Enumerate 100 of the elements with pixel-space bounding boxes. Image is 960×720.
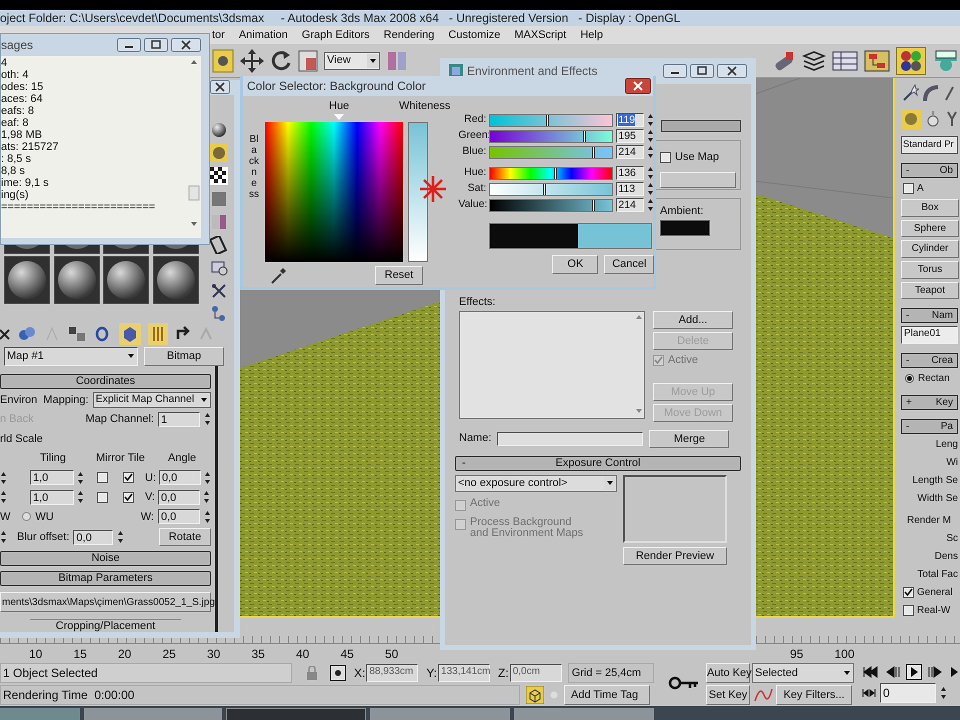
angle-field[interactable]: 0,0 — [159, 470, 201, 486]
play-icon[interactable] — [906, 664, 922, 680]
menu-item[interactable]: Help — [580, 26, 603, 44]
rollout-header[interactable]: Noise — [0, 551, 211, 566]
spinner-icon[interactable] — [0, 490, 7, 504]
spinner-icon[interactable] — [203, 490, 210, 504]
film-icon[interactable] — [210, 236, 228, 254]
button[interactable]: Bitmap — [144, 346, 224, 366]
effects-list-icon[interactable] — [459, 310, 645, 418]
close-icon[interactable] — [210, 80, 230, 94]
button[interactable]: Set Key — [706, 685, 750, 705]
coordinate-field[interactable]: 88,933cm — [366, 664, 418, 682]
frame-field[interactable]: 0 — [880, 683, 936, 703]
checkbox[interactable] — [660, 152, 671, 163]
button[interactable]: Merge — [649, 430, 730, 448]
button[interactable]: Cylinder — [901, 240, 959, 258]
color-palette[interactable] — [265, 122, 403, 262]
layers-icon[interactable] — [802, 48, 826, 72]
category-dropdown[interactable]: Standard Pr — [901, 136, 958, 154]
spinner-icon[interactable] — [0, 470, 7, 485]
value-field[interactable]: 136 — [616, 166, 644, 180]
menu-item[interactable]: Animation — [238, 26, 288, 44]
name-field[interactable]: Plane01 — [901, 326, 958, 344]
menu-item[interactable]: Graph Editors — [302, 26, 370, 44]
spinner-icon[interactable] — [647, 113, 654, 127]
slider-thumb[interactable] — [592, 146, 595, 158]
tiling-field[interactable]: 1,0 — [30, 490, 74, 505]
next-frame-icon[interactable] — [928, 665, 944, 679]
make-unique-icon[interactable] — [17, 324, 37, 342]
rollout-header[interactable]: - Pa — [901, 419, 958, 434]
spinner-icon[interactable] — [647, 166, 654, 180]
button[interactable]: Render Preview — [623, 546, 727, 564]
blur-offset-field[interactable]: 0,0 — [73, 530, 114, 544]
button[interactable]: Add... — [653, 310, 733, 328]
slider-thumb[interactable] — [543, 184, 546, 194]
render-setup-icon[interactable] — [932, 48, 960, 72]
minimize-icon[interactable] — [117, 38, 141, 52]
button[interactable]: Torus — [901, 261, 959, 279]
spinner-icon[interactable] — [204, 510, 211, 524]
color-slider[interactable] — [489, 114, 614, 126]
go-to-end-icon[interactable] — [950, 665, 960, 679]
value-field[interactable]: 214 — [616, 145, 644, 159]
spinner-icon[interactable] — [204, 470, 211, 485]
slider-thumb[interactable] — [554, 168, 558, 178]
button[interactable]: Reset — [375, 266, 423, 285]
color-slider[interactable] — [489, 146, 614, 158]
spinner-icon[interactable] — [647, 198, 654, 212]
rollout-header[interactable]: Coordinates — [0, 374, 211, 388]
button[interactable]: OK — [552, 255, 598, 274]
value-field[interactable]: 119 — [616, 113, 644, 127]
sphere-icon[interactable] — [210, 120, 228, 138]
radio-button[interactable] — [905, 374, 914, 384]
rollout-header[interactable]: + Key — [901, 395, 958, 410]
menu-item[interactable]: tor — [212, 26, 225, 44]
checkbox[interactable] — [123, 492, 134, 503]
schematic-icon[interactable] — [864, 48, 890, 72]
close-icon[interactable] — [625, 78, 651, 94]
button[interactable]: Sphere — [901, 220, 959, 238]
move-icon[interactable] — [240, 48, 264, 72]
key-mode-dropdown[interactable]: Selected — [752, 663, 854, 683]
button[interactable]: Auto Key — [706, 663, 750, 683]
tiling-field[interactable]: 1,0 — [30, 470, 74, 486]
eyedropper-icon[interactable] — [269, 266, 289, 284]
map-button[interactable] — [660, 172, 736, 188]
angle-field[interactable]: 0,0 — [158, 490, 200, 505]
previous-frame-icon[interactable] — [884, 665, 900, 679]
map-channel-field[interactable]: 1 — [158, 412, 200, 427]
go-to-start-icon[interactable] — [862, 665, 878, 679]
ambient-color-swatch[interactable] — [660, 220, 710, 236]
coordinate-field[interactable]: 0,0cm — [510, 664, 562, 682]
checkbox[interactable] — [903, 605, 914, 616]
wand-icon[interactable] — [901, 84, 919, 102]
maximize-icon[interactable] — [690, 64, 714, 78]
checkbox[interactable] — [123, 472, 134, 484]
close-icon[interactable] — [717, 64, 747, 78]
map-name-dropdown[interactable]: Map #1 — [4, 346, 138, 366]
whiteness-strip[interactable] — [408, 122, 428, 262]
checker-icon[interactable] — [210, 166, 228, 184]
spinner-icon[interactable] — [204, 412, 211, 426]
angle-field[interactable]: 0,0 — [158, 509, 200, 524]
slider-thumb[interactable] — [546, 114, 550, 126]
checkbox[interactable] — [97, 472, 108, 484]
spinner-icon[interactable] — [77, 470, 84, 485]
button[interactable]: Rotate — [159, 528, 211, 546]
name-field[interactable] — [497, 432, 644, 446]
material-editor-icon[interactable] — [896, 46, 926, 74]
rollout-header[interactable]: - Nam — [901, 308, 958, 324]
exposure-dropdown[interactable]: <no exposure control> — [455, 474, 617, 492]
spinner-icon[interactable] — [940, 686, 947, 700]
value-field[interactable]: 214 — [616, 198, 644, 212]
track-view-icon[interactable] — [832, 48, 858, 72]
color-slider[interactable] — [489, 198, 614, 212]
value-field[interactable]: 195 — [616, 129, 644, 143]
button[interactable]: Key Filters... — [776, 685, 852, 705]
menu-item[interactable]: MAXScript — [514, 26, 566, 44]
delete-icon[interactable] — [0, 326, 10, 340]
slider-thumb[interactable] — [592, 200, 595, 210]
menu-item[interactable]: Customize — [448, 26, 500, 44]
menu-item[interactable]: Rendering — [384, 26, 434, 44]
rollout-header[interactable] — [661, 120, 741, 132]
